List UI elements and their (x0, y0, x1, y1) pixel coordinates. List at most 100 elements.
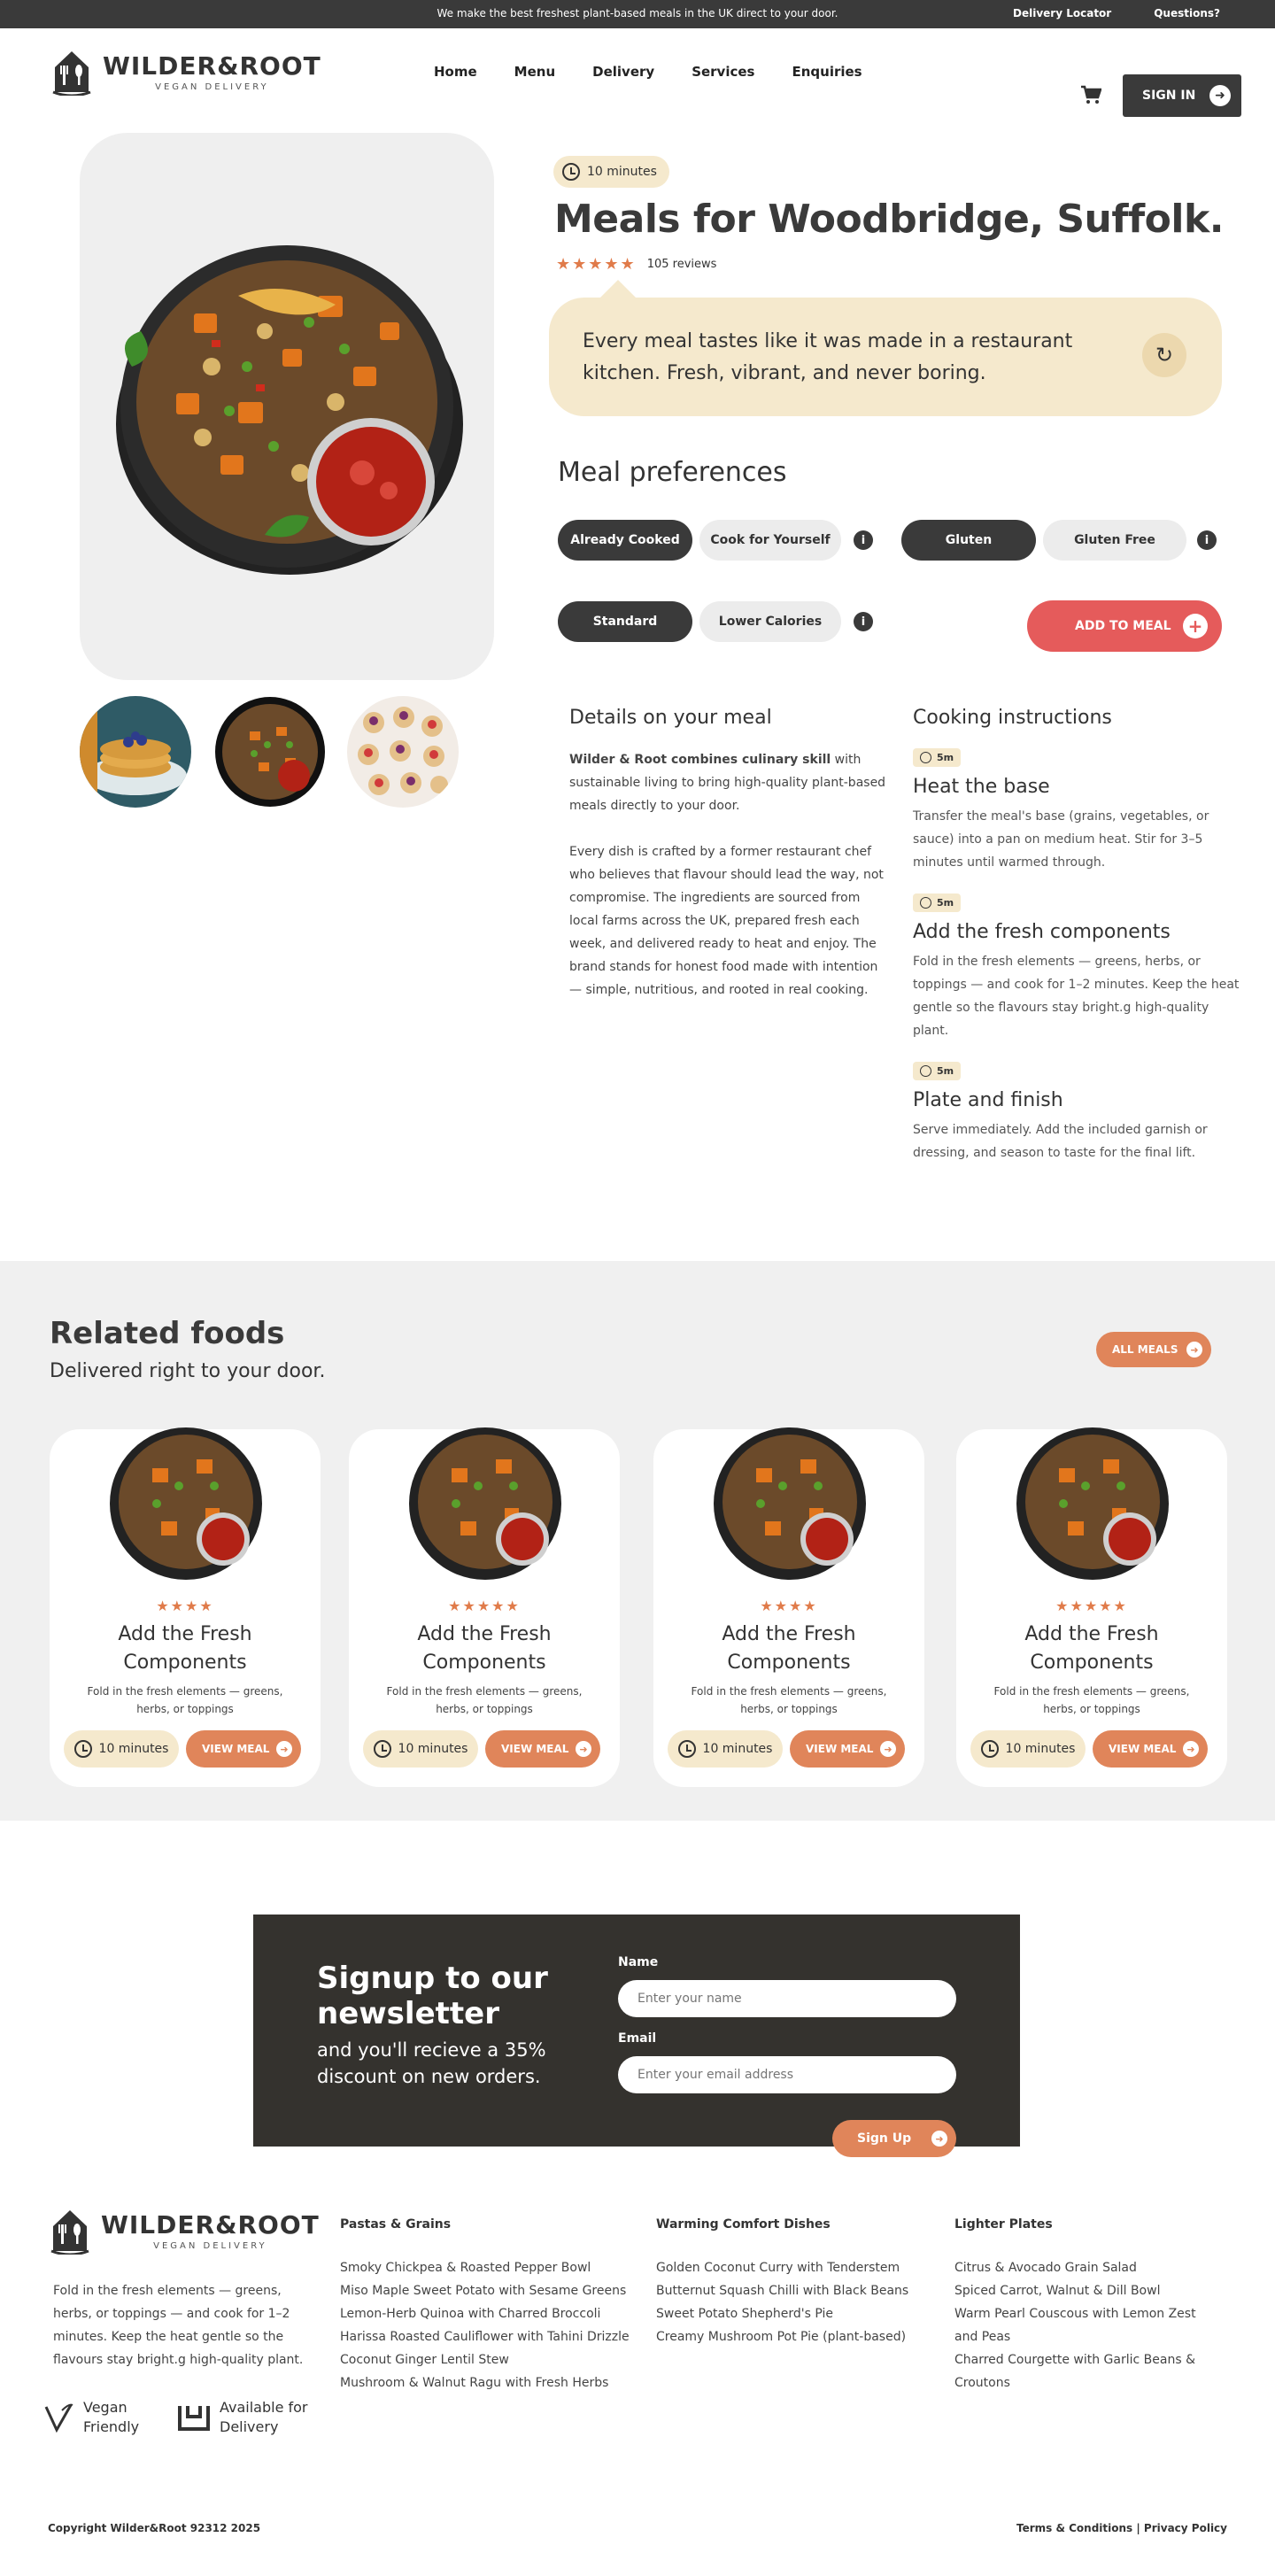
step-time: 5m (937, 1065, 954, 1077)
vegan-leaf-icon (44, 2403, 73, 2433)
related-card[interactable]: ★★★★★ Add the Fresh Components Fold in t… (349, 1427, 620, 1787)
footer-link[interactable]: Butternut Squash Chilli with Black Beans (656, 2279, 908, 2302)
option-already-cooked[interactable]: Already Cooked (558, 520, 692, 561)
clock-icon (920, 1065, 931, 1077)
card-time-badge: 10 minutes (668, 1730, 783, 1768)
card-time: 10 minutes (1005, 1742, 1076, 1756)
arrow-right-icon: ➜ (880, 1741, 896, 1757)
footer-logo[interactable]: WILDER&ROOT VEGAN DELIVERY (50, 2207, 320, 2255)
clock-icon (373, 1740, 391, 1758)
view-meal-button[interactable]: VIEW MEAL ➜ (1093, 1730, 1208, 1768)
legal-links[interactable]: Terms & Conditions | Privacy Policy (1016, 2522, 1227, 2534)
delivery-locator-link[interactable]: Delivery Locator (1013, 7, 1111, 19)
nav-menu[interactable]: Menu (514, 64, 555, 80)
nav-services[interactable]: Services (692, 64, 754, 80)
brand-tagline: VEGAN DELIVERY (155, 82, 269, 92)
arrow-right-icon: ➜ (931, 2131, 947, 2147)
name-input[interactable] (618, 1980, 956, 2017)
view-meal-button[interactable]: VIEW MEAL ➜ (186, 1730, 301, 1768)
nav-home[interactable]: Home (434, 64, 477, 80)
details-intro: Wilder & Root combines culinary skill wi… (569, 748, 888, 817)
testimonial-bubble: Every meal tastes like it was made in a … (549, 280, 1222, 416)
thumbnail-bowl[interactable] (214, 696, 326, 808)
step-title: Heat the base (913, 776, 1050, 798)
top-announcement-bar: We make the best freshest plant-based me… (0, 0, 1275, 28)
card-description: Fold in the fresh elements — greens, her… (386, 1685, 583, 1715)
canapes-image (347, 696, 459, 808)
footer-link[interactable]: Charred Courgette with Garlic Beans & Cr… (954, 2348, 1220, 2394)
cooking-step: 5m Plate and finish Serve immediately. A… (913, 1062, 1240, 1164)
logo-house-icon (50, 2210, 89, 2255)
cart-icon[interactable] (1080, 85, 1101, 104)
delivery-box-icon (178, 2406, 210, 2431)
footer-link[interactable]: Harissa Roasted Cauliflower with Tahini … (340, 2325, 630, 2348)
sign-up-button[interactable]: Sign Up ➜ (832, 2120, 956, 2157)
newsletter-offer: and you'll recieve a 35% discount on new… (317, 2039, 546, 2087)
brand-name: WILDER&ROOT (101, 2210, 320, 2239)
footer-link[interactable]: Creamy Mushroom Pot Pie (plant-based) (656, 2325, 908, 2348)
footer-link[interactable]: Sweet Potato Shepherd's Pie (656, 2302, 908, 2325)
newsletter-title: Signup to our newsletter (317, 1961, 548, 2031)
card-rating-stars: ★★★★★ (448, 1597, 521, 1614)
meal-bowl-image (409, 1427, 561, 1580)
step-time: 5m (937, 897, 954, 909)
info-icon[interactable]: i (1197, 530, 1217, 550)
related-card[interactable]: ★★★★ Add the Fresh Components Fold in th… (653, 1427, 924, 1787)
logo[interactable]: WILDER&ROOT VEGAN DELIVERY (51, 48, 321, 96)
footer-link[interactable]: Lemon-Herb Quinoa with Charred Broccoli (340, 2302, 630, 2325)
footer-column-pastas: Pastas & Grains Smoky Chickpea & Roasted… (340, 2217, 630, 2394)
pancakes-image (80, 696, 191, 808)
footer-link[interactable]: Spiced Carrot, Walnut & Dill Bowl (954, 2279, 1220, 2302)
meal-bowl-image (1016, 1427, 1169, 1580)
all-meals-button[interactable]: ALL MEALS ➜ (1096, 1332, 1211, 1367)
card-title: Add the Fresh Components (722, 1623, 856, 1674)
info-icon[interactable]: i (854, 530, 873, 550)
arrow-right-icon: ➜ (1209, 85, 1231, 106)
related-card[interactable]: ★★★★ Add the Fresh Components Fold in th… (50, 1427, 321, 1787)
cooking-step: 5m Add the fresh components Fold in the … (913, 893, 1240, 1042)
footer-link[interactable]: Coconut Ginger Lentil Stew (340, 2348, 630, 2371)
step-time-badge: 5m (913, 1062, 962, 1080)
hero-rating: ★★★★★ 105 reviews (556, 255, 716, 274)
option-gluten-free[interactable]: Gluten Free (1043, 520, 1186, 561)
footer-link[interactable]: Miso Maple Sweet Potato with Sesame Gree… (340, 2279, 630, 2302)
details-title: Details on your meal (569, 707, 772, 729)
step-text: Transfer the meal's base (grains, vegeta… (913, 809, 1209, 870)
footer-link[interactable]: Warm Pearl Couscous with Lemon Zest and … (954, 2302, 1220, 2348)
view-meal-button[interactable]: VIEW MEAL ➜ (790, 1730, 905, 1768)
option-lower-calories[interactable]: Lower Calories (699, 601, 841, 642)
review-count[interactable]: 105 reviews (647, 258, 717, 271)
meal-bowl-image (714, 1427, 866, 1580)
delivery-label: Available for Delivery (220, 2399, 308, 2435)
nav-delivery[interactable]: Delivery (592, 64, 654, 80)
step-text: Serve immediately. Add the included garn… (913, 1123, 1208, 1160)
arrow-right-icon: ➜ (276, 1741, 292, 1757)
footer-link[interactable]: Mushroom & Walnut Ragu with Fresh Herbs (340, 2371, 630, 2394)
info-icon[interactable]: i (854, 612, 873, 631)
option-gluten[interactable]: Gluten (901, 520, 1036, 561)
footer-link[interactable]: Citrus & Avocado Grain Salad (954, 2256, 1220, 2279)
newsletter-signup: Signup to our newsletter and you'll reci… (253, 1915, 1020, 2157)
footer-link[interactable]: Golden Coconut Curry with Tenderstem (656, 2256, 908, 2279)
option-standard[interactable]: Standard (558, 601, 692, 642)
option-cook-for-yourself[interactable]: Cook for Yourself (699, 520, 841, 561)
related-card[interactable]: ★★★★★ Add the Fresh Components Fold in t… (956, 1427, 1227, 1787)
email-input[interactable] (618, 2056, 956, 2093)
footer-column-comfort: Warming Comfort Dishes Golden Coconut Cu… (656, 2217, 908, 2348)
view-meal-button[interactable]: VIEW MEAL ➜ (485, 1730, 600, 1768)
clock-icon (73, 1740, 92, 1758)
refresh-icon[interactable]: ↻ (1142, 333, 1186, 377)
add-to-meal-button[interactable]: ADD TO MEAL + (1027, 600, 1222, 652)
questions-link[interactable]: Questions? (1154, 7, 1220, 19)
meal-details: Details on your meal Wilder & Root combi… (569, 707, 888, 1002)
footer-link[interactable]: Smoky Chickpea & Roasted Pepper Bowl (340, 2256, 630, 2279)
card-time-badge: 10 minutes (363, 1730, 478, 1768)
thumbnail-canapes[interactable] (347, 696, 459, 808)
nav-enquiries[interactable]: Enquiries (792, 64, 862, 80)
thumbnail-pancakes[interactable] (80, 696, 191, 808)
sign-in-button[interactable]: SIGN IN ➜ (1123, 74, 1241, 117)
name-label: Name (618, 1955, 659, 1969)
card-description: Fold in the fresh elements — greens, her… (87, 1685, 283, 1715)
clock-icon (562, 163, 580, 181)
card-description: Fold in the fresh elements — greens, her… (691, 1685, 887, 1715)
